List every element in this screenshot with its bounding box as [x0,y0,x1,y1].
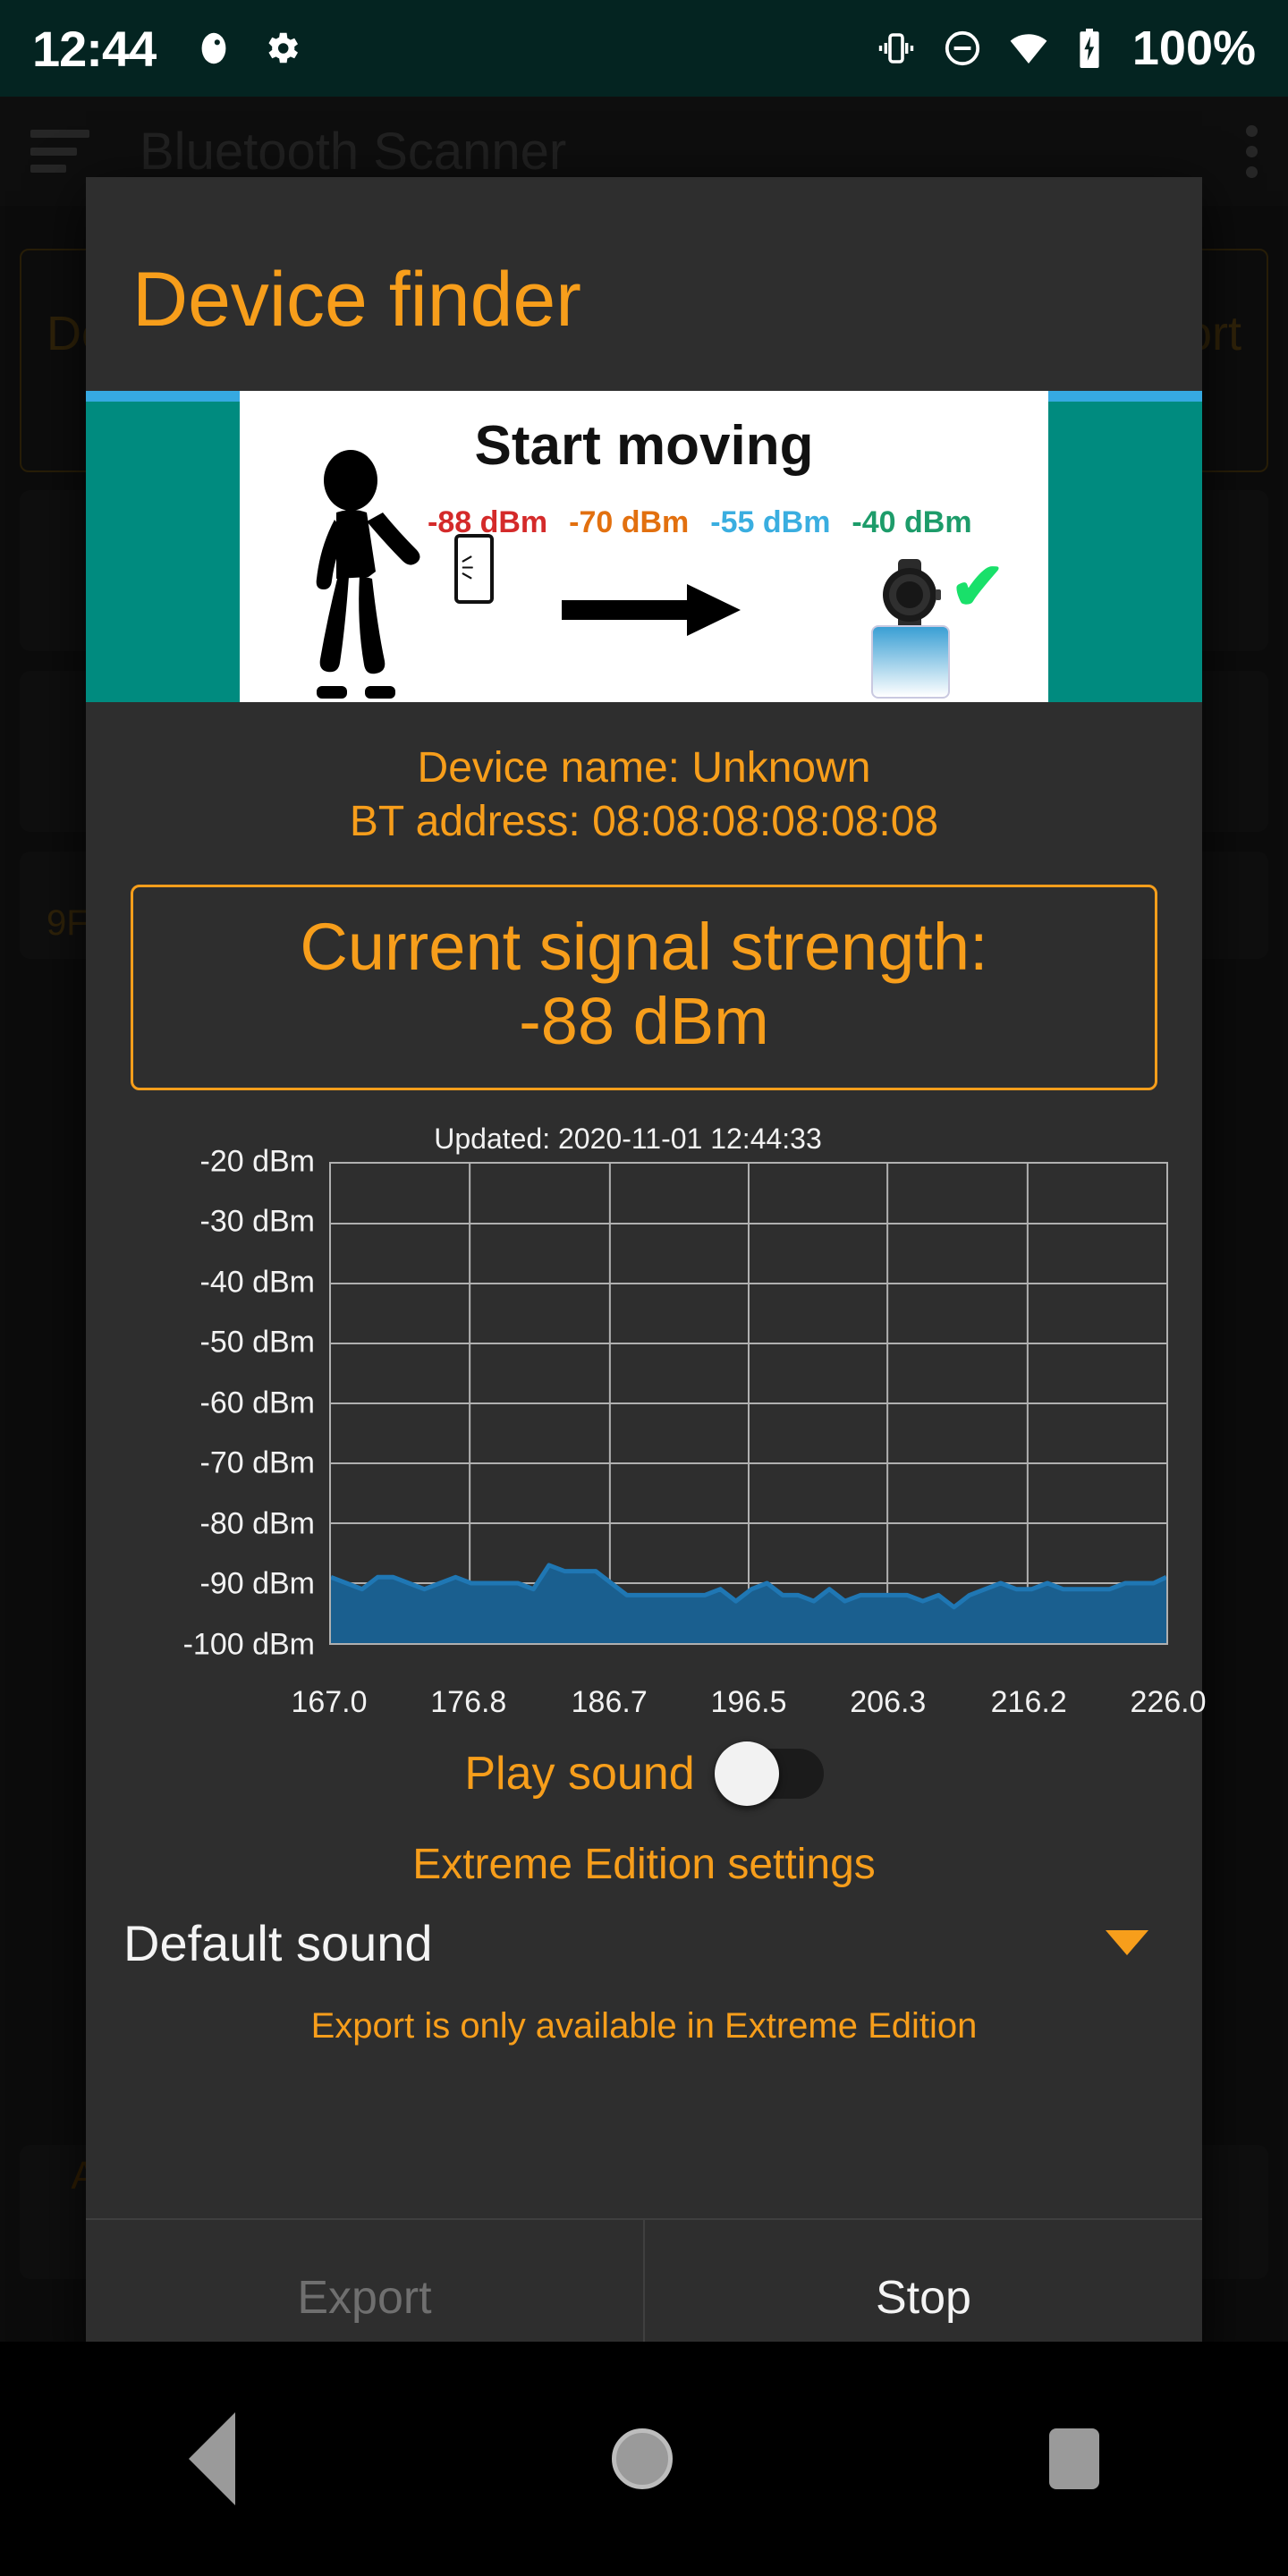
smartwatch-icon [883,559,941,631]
chart-x-tick-label: 216.2 [990,1684,1067,1719]
android-navigation-bar [0,2342,1288,2576]
chart-x-tick-label: 226.0 [1130,1684,1207,1719]
chart-x-tick-label: 176.8 [430,1684,507,1719]
status-bar-system-icons: 100% [875,21,1256,76]
direction-arrow-icon [562,584,741,636]
chart-y-tick-label: -50 dBm [199,1325,316,1360]
chart-y-tick-label: -70 dBm [199,1445,316,1480]
status-bar-clock: 12:44 [32,20,157,77]
chart-y-tick-label: -100 dBm [182,1627,315,1662]
legend-item-4: -40 dBm [852,505,972,539]
device-info: Device name: Unknown BT address: 08:08:0… [86,702,1202,865]
battery-charging-icon [1080,29,1099,68]
signal-strength-label: Current signal strength: [300,910,988,984]
chart-plot-area [329,1161,1168,1645]
chart-y-tick-label: -80 dBm [199,1506,316,1541]
sound-select-value: Default sound [123,1914,433,1971]
play-sound-toggle[interactable] [714,1741,824,1806]
play-sound-label: Play sound [464,1747,695,1800]
chevron-down-icon[interactable] [1106,1930,1148,1956]
rssi-chart: Updated: 2020-11-01 12:44:33 -20 dBm -30 … [118,1123,1207,1724]
dialog-title: Device finder [132,257,581,343]
moon-icon [195,32,226,64]
illustration-right-panel [1048,391,1202,702]
chart-x-tick-label: 196.5 [710,1684,787,1719]
gear-icon [268,32,299,64]
toggle-thumb [714,1741,779,1806]
chart-x-tick-label: 186.7 [571,1684,648,1719]
phone-with-bluetooth-icon: 🗧 [454,534,494,604]
play-sound-row[interactable]: Play sound [86,1741,1202,1806]
illustration-canvas: Start moving -88 dBm -70 dBm -55 dBm -40… [240,391,1048,702]
chart-x-tick-label: 167.0 [291,1684,368,1719]
phone-screen: 12:44 100% Device finder Start moving -8… [0,0,1288,2576]
sound-select-row[interactable]: Default sound [123,1914,1165,1972]
start-moving-illustration: Start moving -88 dBm -70 dBm -55 dBm -40… [86,391,1202,702]
wifi-icon [1010,34,1047,64]
chart-y-tick-label: -20 dBm [199,1144,316,1179]
checkmark-icon: ✔ [949,549,1005,623]
chart-series-svg [331,1164,1166,1643]
device-box-icon [871,625,950,699]
status-bar-notification-icons [193,28,302,69]
chart-y-tick-label: -30 dBm [199,1204,316,1239]
walking-person-icon [316,450,420,699]
legend-item-2: -70 dBm [569,505,690,539]
chart-x-tick-label: 206.3 [850,1684,927,1719]
recents-icon[interactable] [1049,2428,1100,2489]
export-note: Export is only available in Extreme Edit… [310,2005,978,2046]
signal-strength-value: -88 dBm [519,983,769,1058]
chart-y-tick-label: -40 dBm [199,1265,316,1300]
chart-y-tick-label: -60 dBm [199,1385,316,1420]
chart-y-tick-label: -90 dBm [199,1566,316,1601]
bt-address-line: BT address: 08:08:08:08:08:08 [349,798,939,845]
illustration-left-panel [86,391,240,702]
current-signal-strength-box: Current signal strength: -88 dBm [131,885,1157,1090]
legend-item-3: -55 dBm [710,505,831,539]
device-name-line: Device name: Unknown [417,744,871,792]
device-finder-dialog: Device finder Start moving -88 dBm -70 d… [86,177,1207,2376]
battery-percent-label: 100% [1131,21,1256,75]
do-not-disturb-icon [945,30,979,66]
vibrate-icon [878,33,914,64]
status-bar: 12:44 100% [0,0,1288,97]
extreme-edition-settings-label: Extreme Edition settings [412,1840,876,1888]
bluetooth-glyph: 🗧 [461,554,487,583]
home-icon[interactable] [611,2428,673,2489]
back-icon[interactable] [188,2412,235,2505]
